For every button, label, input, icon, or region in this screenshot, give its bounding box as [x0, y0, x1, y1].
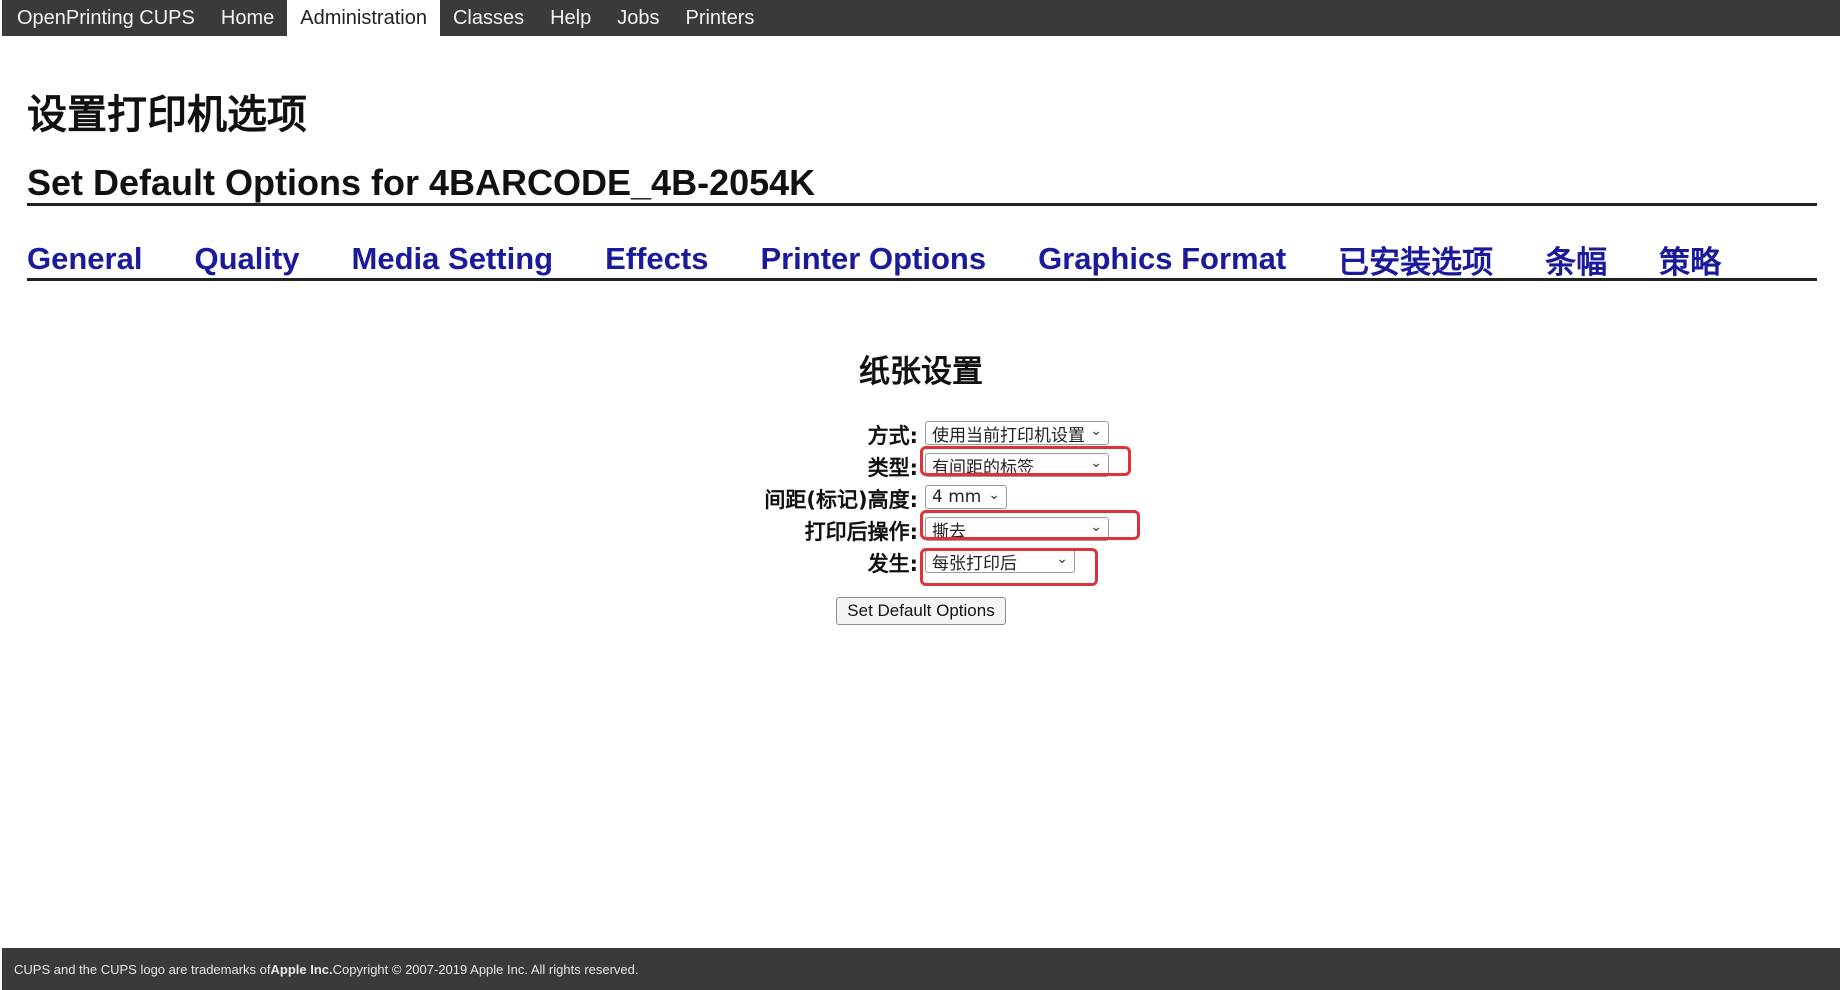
page: OpenPrinting CUPS Home Administration Cl…: [0, 0, 1842, 990]
select-post-action[interactable]: 撕去 ⌄: [925, 517, 1109, 542]
tab-effects[interactable]: Effects: [605, 241, 708, 277]
chevron-down-icon: ⌄: [1090, 455, 1102, 471]
top-nav: OpenPrinting CUPS Home Administration Cl…: [2, 0, 1840, 36]
field-label-occurrence: 发生:: [867, 552, 918, 576]
tab-policies[interactable]: 策略: [1659, 237, 1721, 282]
footer: CUPS and the CUPS logo are trademarks of…: [2, 948, 1840, 990]
chevron-down-icon: ⌄: [988, 487, 1000, 503]
nav-jobs[interactable]: Jobs: [604, 0, 672, 36]
nav-printers[interactable]: Printers: [672, 0, 767, 36]
field-label-gap-height: 间距(标记)高度:: [764, 488, 918, 512]
section-title: 纸张设置: [859, 354, 983, 390]
select-type-value: 有间距的标签: [932, 457, 1034, 478]
footer-text-after: Copyright © 2007-2019 Apple Inc. All rig…: [332, 961, 639, 977]
tab-graphics-format[interactable]: Graphics Format: [1038, 241, 1286, 277]
nav-brand[interactable]: OpenPrinting CUPS: [4, 0, 208, 36]
select-type[interactable]: 有间距的标签 ⌄: [925, 453, 1109, 478]
page-title: Set Default Options for 4BARCODE_4B-2054…: [27, 162, 816, 203]
page-title-zh: 设置打印机选项: [27, 92, 307, 138]
chevron-down-icon: ⌄: [1056, 551, 1068, 567]
tab-media-setting[interactable]: Media Setting: [352, 241, 554, 277]
select-gap-height[interactable]: 4 mm ⌄: [925, 485, 1007, 509]
select-occurrence[interactable]: 每张打印后 ⌄: [925, 549, 1075, 574]
title-divider: [27, 203, 1817, 206]
chevron-down-icon: ⌄: [1090, 519, 1102, 535]
set-default-options-button[interactable]: Set Default Options: [836, 597, 1006, 625]
select-occurrence-value: 每张打印后: [932, 553, 1017, 574]
select-mode[interactable]: 使用当前打印机设置 ⌄: [925, 421, 1109, 446]
tabs-divider: [27, 278, 1817, 281]
tab-quality[interactable]: Quality: [194, 241, 299, 277]
footer-text-before: CUPS and the CUPS logo are trademarks of: [14, 961, 271, 977]
select-post-action-value: 撕去: [932, 521, 966, 542]
nav-help[interactable]: Help: [537, 0, 604, 36]
footer-company: Apple Inc.: [270, 961, 333, 977]
tab-installed-options[interactable]: 已安装选项: [1338, 237, 1493, 282]
tab-banners[interactable]: 条幅: [1545, 237, 1607, 282]
option-tabs: General Quality Media Setting Effects Pr…: [27, 238, 1817, 280]
field-label-post-action: 打印后操作:: [804, 520, 918, 544]
nav-classes[interactable]: Classes: [440, 0, 537, 36]
field-label-mode: 方式:: [867, 424, 918, 448]
select-gap-height-value: 4 mm: [932, 487, 982, 507]
select-mode-value: 使用当前打印机设置: [932, 425, 1085, 446]
field-label-type: 类型:: [867, 456, 918, 480]
tab-printer-options[interactable]: Printer Options: [760, 241, 986, 277]
nav-administration[interactable]: Administration: [287, 0, 440, 36]
tab-general[interactable]: General: [27, 241, 142, 277]
nav-home[interactable]: Home: [208, 0, 287, 36]
chevron-down-icon: ⌄: [1090, 423, 1102, 439]
